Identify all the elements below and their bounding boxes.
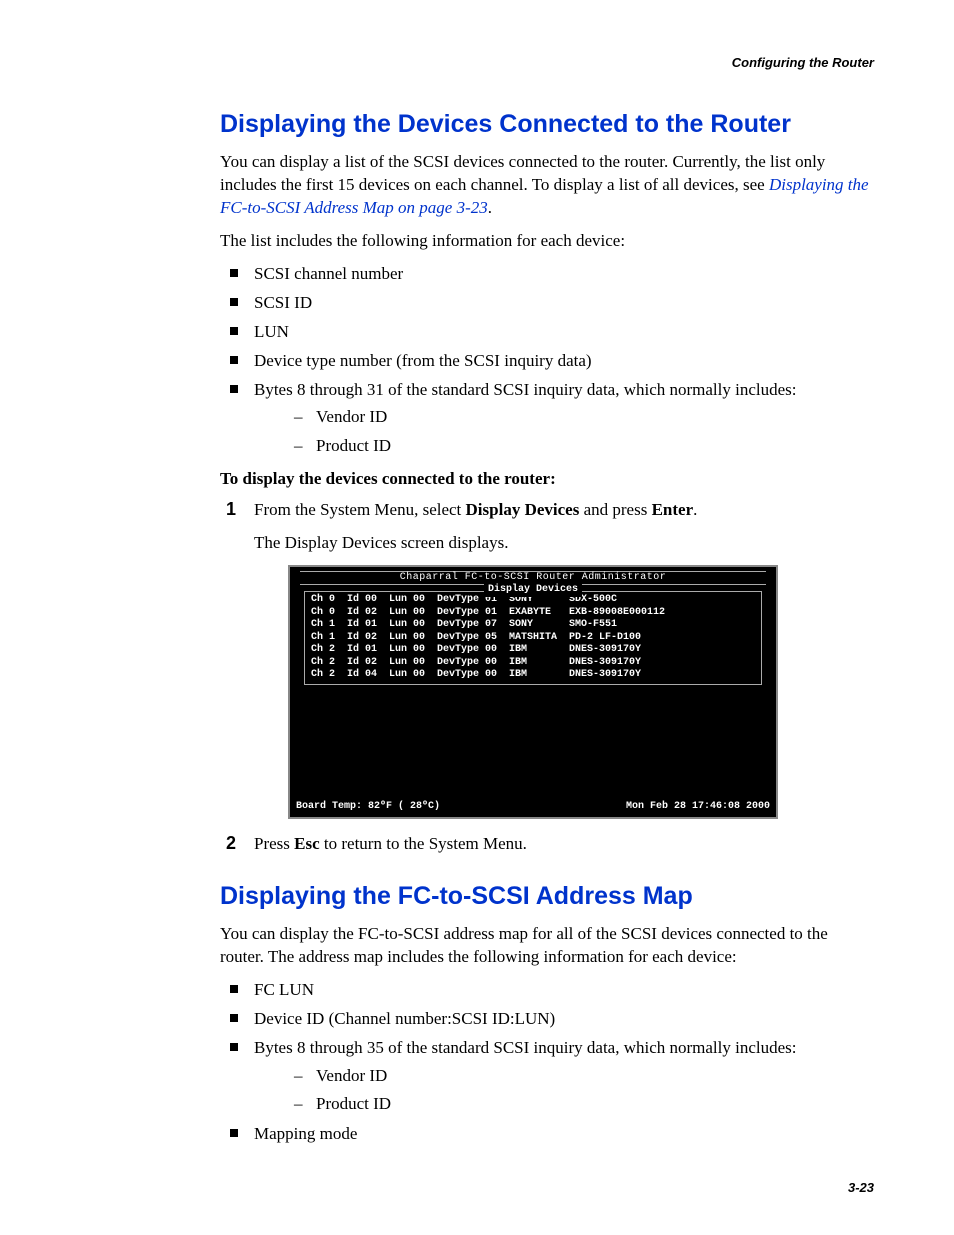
- terminal-row: Ch 1 Id 02 Lun 00 DevType 05 MATSHITA PD…: [311, 632, 755, 645]
- list-item: Mapping mode: [220, 1123, 874, 1146]
- step2-pre: Press: [254, 834, 294, 853]
- list-item: Vendor ID: [288, 1064, 874, 1089]
- terminal-empty-area: [292, 689, 774, 799]
- section-heading-devices: Displaying the Devices Connected to the …: [220, 110, 874, 139]
- list-item: Product ID: [288, 1092, 874, 1117]
- terminal-box: Display Devices Ch 0 Id 00 Lun 00 DevTyp…: [304, 591, 762, 685]
- terminal-row: Ch 2 Id 04 Lun 00 DevType 00 IBM DNES-30…: [311, 669, 755, 682]
- step1-mid: and press: [579, 500, 651, 519]
- terminal-title-text: Chaparral FC-to-SCSI Router Administrato…: [300, 571, 767, 586]
- sub-list: Vendor ID Product ID: [288, 1064, 874, 1117]
- terminal-datetime: Mon Feb 28 17:46:08 2000: [626, 801, 770, 814]
- list-item: SCSI ID: [220, 292, 874, 315]
- list-item: Product ID: [288, 434, 874, 459]
- terminal-board-temp: Board Temp: 82ºF ( 28ºC): [296, 801, 440, 814]
- terminal-row: Ch 2 Id 02 Lun 00 DevType 00 IBM DNES-30…: [311, 657, 755, 670]
- step2-bold-esc: Esc: [294, 834, 320, 853]
- list-item-text: Bytes 8 through 35 of the standard SCSI …: [254, 1038, 797, 1057]
- list-item: Bytes 8 through 35 of the standard SCSI …: [220, 1037, 874, 1117]
- section-heading-address-map: Displaying the FC-to-SCSI Address Map: [220, 882, 874, 911]
- section2-bullet-list: FC LUN Device ID (Channel number:SCSI ID…: [220, 979, 874, 1146]
- section2-intro: You can display the FC-to-SCSI address m…: [220, 923, 874, 969]
- list-item: FC LUN: [220, 979, 874, 1002]
- step2-post: to return to the System Menu.: [320, 834, 527, 853]
- step1-bold-enter: Enter: [652, 500, 694, 519]
- section1-intro-tail: .: [488, 198, 492, 217]
- sub-list: Vendor ID Product ID: [288, 405, 874, 458]
- page-number: 3-23: [848, 1180, 874, 1195]
- section1-list-lead: The list includes the following informat…: [220, 230, 874, 253]
- section1-intro: You can display a list of the SCSI devic…: [220, 151, 874, 220]
- list-item-text: Bytes 8 through 31 of the standard SCSI …: [254, 380, 797, 399]
- section1-intro-text: You can display a list of the SCSI devic…: [220, 152, 825, 194]
- terminal-row: Ch 0 Id 02 Lun 00 DevType 01 EXABYTE EXB…: [311, 607, 755, 620]
- step1-body: The Display Devices screen displays.: [254, 532, 874, 555]
- terminal-row: Ch 1 Id 01 Lun 00 DevType 07 SONY SMO-F5…: [311, 619, 755, 632]
- steps-list: From the System Menu, select Display Dev…: [220, 499, 874, 856]
- terminal-window: Chaparral FC-to-SCSI Router Administrato…: [288, 565, 778, 820]
- terminal-box-label: Display Devices: [484, 584, 582, 597]
- step-1: From the System Menu, select Display Dev…: [220, 499, 874, 819]
- terminal-footer: Board Temp: 82ºF ( 28ºC) Mon Feb 28 17:4…: [292, 799, 774, 816]
- list-item: Device type number (from the SCSI inquir…: [220, 350, 874, 373]
- page: Configuring the Router Displaying the De…: [0, 0, 954, 1235]
- list-item: Bytes 8 through 31 of the standard SCSI …: [220, 379, 874, 459]
- list-item: Device ID (Channel number:SCSI ID:LUN): [220, 1008, 874, 1031]
- step1-pre: From the System Menu, select: [254, 500, 466, 519]
- list-item: Vendor ID: [288, 405, 874, 430]
- section1-bullet-list: SCSI channel number SCSI ID LUN Device t…: [220, 263, 874, 459]
- step-2: Press Esc to return to the System Menu.: [220, 833, 874, 856]
- list-item: SCSI channel number: [220, 263, 874, 286]
- terminal-screenshot: Chaparral FC-to-SCSI Router Administrato…: [288, 565, 874, 820]
- task-lead: To display the devices connected to the …: [220, 469, 874, 489]
- running-header: Configuring the Router: [732, 55, 874, 70]
- list-item: LUN: [220, 321, 874, 344]
- step1-bold-display-devices: Display Devices: [466, 500, 580, 519]
- step1-post: .: [693, 500, 697, 519]
- terminal-row: Ch 2 Id 01 Lun 00 DevType 00 IBM DNES-30…: [311, 644, 755, 657]
- page-content: Displaying the Devices Connected to the …: [220, 110, 874, 1146]
